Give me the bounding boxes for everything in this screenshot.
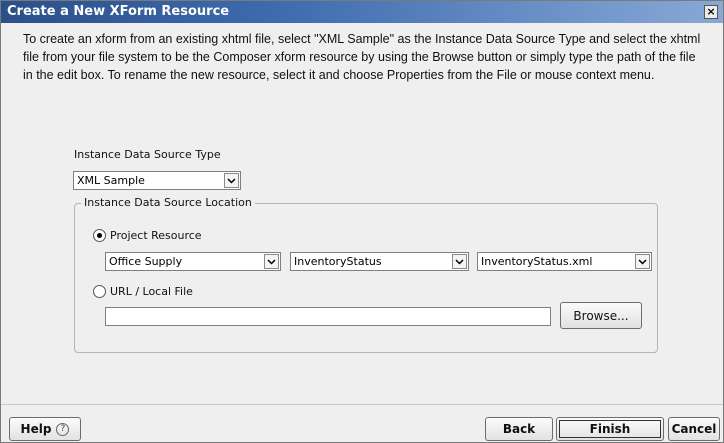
dialog-content: To create an xform from an existing xhtm…: [1, 23, 723, 405]
project-value: Office Supply: [109, 255, 183, 268]
chevron-down-icon[interactable]: [635, 254, 650, 269]
file-select[interactable]: InventoryStatus.xml: [477, 252, 652, 271]
question-circle-icon: ?: [56, 422, 70, 436]
source-location-group: [74, 203, 658, 353]
file-value: InventoryStatus.xml: [481, 255, 593, 268]
url-local-file-radio[interactable]: [93, 285, 106, 298]
help-button[interactable]: Help ?: [9, 417, 81, 441]
close-icon[interactable]: ×: [704, 5, 718, 19]
back-button[interactable]: Back: [485, 417, 553, 441]
chevron-down-icon[interactable]: [264, 254, 279, 269]
instructions-text: To create an xform from an existing xhtm…: [23, 32, 701, 82]
finish-button[interactable]: Finish: [556, 417, 664, 441]
url-local-file-input[interactable]: [105, 307, 551, 326]
source-type-select[interactable]: XML Sample: [73, 171, 241, 190]
create-xform-dialog: Create a New XForm Resource × To create …: [0, 0, 724, 443]
source-type-label: Instance Data Source Type: [74, 148, 221, 161]
cancel-button[interactable]: Cancel: [668, 417, 720, 441]
source-location-label: Instance Data Source Location: [81, 196, 255, 209]
folder-value: InventoryStatus: [294, 255, 382, 268]
chevron-down-icon[interactable]: [224, 173, 239, 188]
browse-button[interactable]: Browse...: [560, 302, 642, 329]
project-resource-radio[interactable]: [93, 229, 106, 242]
url-local-file-label[interactable]: URL / Local File: [110, 285, 193, 298]
help-button-label: Help: [20, 422, 52, 436]
project-select[interactable]: Office Supply: [105, 252, 281, 271]
source-type-value: XML Sample: [77, 174, 145, 187]
chevron-down-icon[interactable]: [452, 254, 467, 269]
project-resource-label[interactable]: Project Resource: [110, 229, 202, 242]
title-bar[interactable]: Create a New XForm Resource ×: [1, 1, 723, 23]
dialog-title: Create a New XForm Resource: [7, 4, 230, 19]
folder-select[interactable]: InventoryStatus: [290, 252, 469, 271]
